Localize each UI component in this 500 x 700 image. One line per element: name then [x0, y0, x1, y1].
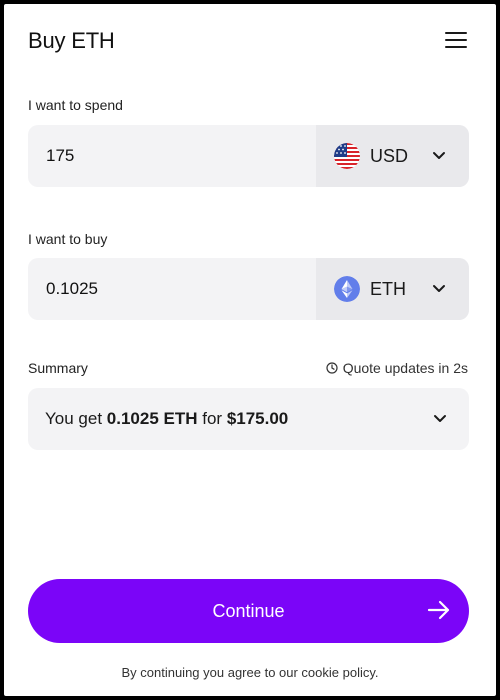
buy-label: I want to buy — [28, 231, 108, 247]
summary-middle: for — [197, 409, 227, 428]
buy-eth-widget: Buy ETH I want to spend 175 USD I want t… — [4, 4, 496, 696]
chevron-down-icon — [433, 285, 445, 292]
quote-status: Quote updates in 2s — [326, 360, 468, 376]
buy-currency-code: ETH — [370, 279, 406, 299]
spend-field: USD — [28, 125, 469, 187]
summary-text: You get 0.1025 ETH for $175.00 — [45, 409, 288, 429]
cookie-policy-note: By continuing you agree to our cookie po… — [121, 665, 379, 680]
buy-field: ETH — [28, 258, 469, 320]
buy-amount-input[interactable] — [28, 258, 316, 320]
buy-currency-select[interactable]: ETH — [316, 258, 469, 320]
spend-label: I want to spend — [28, 97, 123, 113]
menu-button[interactable] — [442, 28, 470, 52]
summary-toggle[interactable]: You get 0.1025 ETH for $175.00 — [28, 388, 469, 450]
ethereum-icon — [334, 276, 360, 302]
chevron-down-icon — [434, 415, 446, 422]
continue-button[interactable]: Continue — [28, 579, 469, 643]
quote-status-text: Quote updates in 2s — [342, 360, 468, 376]
summary-prefix: You get — [45, 409, 107, 428]
summary-label: Summary — [28, 360, 88, 376]
arrow-right-icon — [427, 600, 450, 620]
chevron-down-icon — [433, 152, 445, 159]
us-flag-icon — [334, 143, 360, 169]
spend-currency-select[interactable]: USD — [316, 125, 469, 187]
hamburger-icon — [445, 32, 467, 48]
summary-total: $175.00 — [226, 409, 289, 428]
summary-receive-amount: 0.1025 ETH — [106, 409, 198, 428]
clock-icon — [326, 362, 338, 374]
continue-label: Continue — [212, 601, 285, 621]
page-title: Buy ETH — [28, 28, 115, 53]
spend-currency-code: USD — [370, 146, 409, 166]
spend-amount-input[interactable] — [28, 125, 316, 187]
